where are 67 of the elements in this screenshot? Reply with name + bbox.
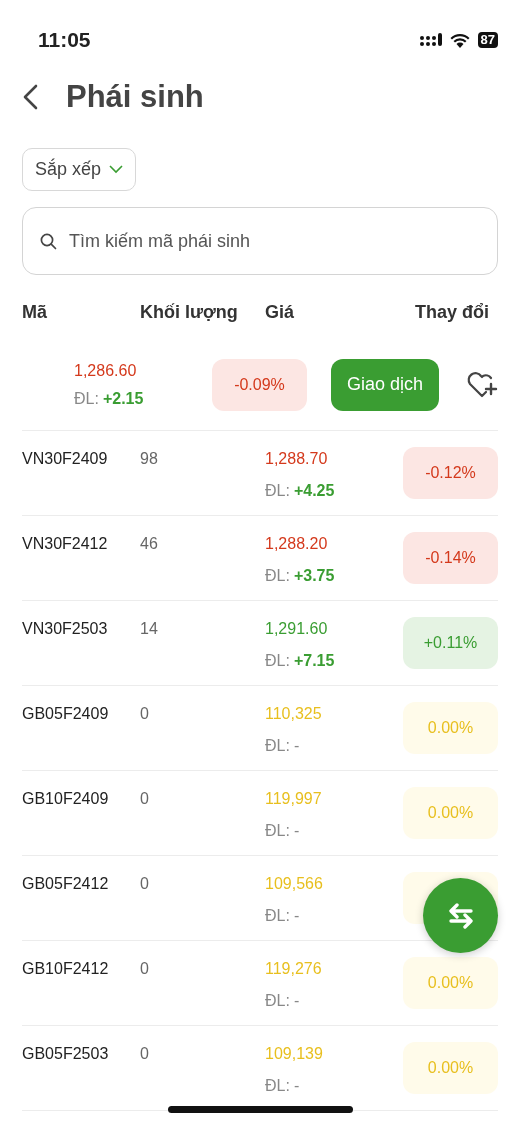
volume-text: 0 [140,960,149,977]
contract-code: VN30F2409 [22,450,108,467]
volume-text: 46 [140,535,158,552]
basis-label: ĐL: [265,993,290,1009]
contract-code: GB05F2409 [22,705,109,722]
price-text: 119,997 [265,791,322,807]
contract-code: GB10F2412 [22,960,109,977]
basis-value: - [293,1078,300,1094]
basis-label: ĐL: [265,568,290,584]
column-header: Thay đổi [415,301,489,324]
volume-text: 98 [140,450,158,467]
volume-text: 0 [140,1045,149,1062]
volume-text: 0 [140,875,149,892]
price-text: 1,288.20 [265,536,328,552]
price-text: 110,325 [265,706,322,722]
battery-level: 87 [477,32,498,48]
basis-label: ĐL: [265,823,290,839]
search-icon [40,233,57,250]
price-text: 109,139 [265,1046,323,1062]
basis-value: - [293,908,300,924]
search-field[interactable]: Tìm kiếm mã phái sinh [22,207,498,275]
basis-value: +2.15 [102,390,144,407]
column-header: Khối lượng [140,301,239,324]
column-header: Giá [265,301,295,324]
basis-value: +3.75 [293,568,335,584]
change-badge: -0.14% [403,532,498,584]
page-title: Phái sinh [66,78,204,116]
contract-code: GB05F2412 [22,875,109,892]
basis-value: - [293,823,300,839]
change-badge: -0.12% [403,447,498,499]
price-text: 1,288.70 [265,451,328,467]
signal-icon [419,33,442,47]
change-badge: 0.00% [403,1042,498,1094]
basis-label: ĐL: [265,1078,290,1094]
change-badge: -0.09% [212,358,307,411]
contract-code: VN30F2412 [22,535,108,552]
volume-text: 0 [140,705,149,722]
price-text: 1,286.60 [74,362,138,379]
basis-label: ĐL: [74,390,99,407]
basis-label: ĐL: [265,483,290,499]
sort-dropdown[interactable]: Sắp xếp [22,148,137,191]
basis-value: - [293,993,300,1009]
status-time: 11:05 [38,27,91,54]
price-text: 1,291.60 [265,621,328,637]
change-badge: 0.00% [403,787,498,839]
basis-value: +7.15 [293,653,335,669]
basis-label: ĐL: [265,908,290,924]
change-badge: 0.00% [403,957,498,1009]
basis-label: ĐL: [265,653,290,669]
chevron-down-icon [109,165,124,174]
price-text: 119,276 [265,961,322,977]
price-text: 109,566 [265,876,323,892]
basis-value: - [293,738,300,754]
contract-code: GB10F2409 [22,790,109,807]
change-badge: 0.00% [403,702,498,754]
wifi-icon [449,32,470,48]
back-button[interactable] [22,84,38,110]
contract-code: VN30F2503 [22,620,108,637]
basis-value: +4.25 [293,483,335,499]
volume-text: 0 [140,790,149,807]
contract-code: GB05F2503 [22,1045,109,1062]
column-header: Mã [22,301,48,324]
change-badge: +0.11% [403,617,498,669]
basis-label: ĐL: [265,738,290,754]
volume-text: 14 [140,620,158,637]
swap-icon [446,902,475,929]
favorite-add-icon[interactable] [466,370,498,399]
